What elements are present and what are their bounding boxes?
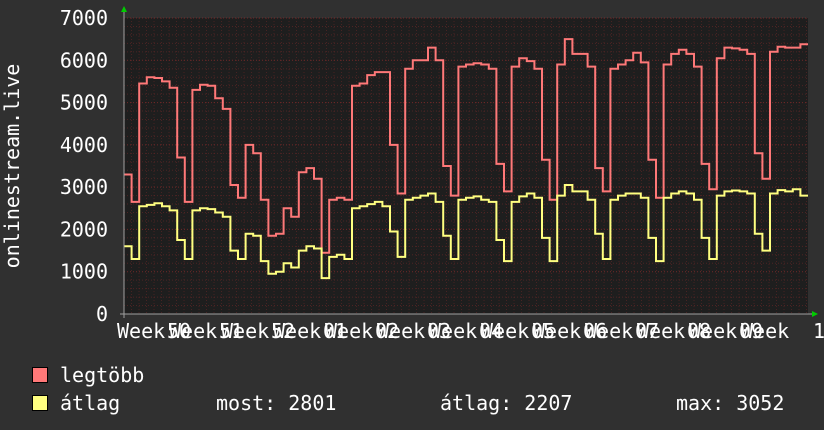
x-axis-ticks: Week 50Week 51Week 52Week 01Week 02Week 03Week… bbox=[117, 319, 824, 343]
y-axis-ticks: 0 1000 2000 3000 4000 5000 6000 7000 bbox=[60, 6, 108, 326]
x-tick-label: Week bbox=[637, 319, 685, 343]
x-tick-label: Week bbox=[325, 319, 373, 343]
legend-label-legtobb: legtöbb bbox=[60, 363, 145, 387]
y-tick-label: 3000 bbox=[60, 175, 108, 199]
x-axis-arrow-icon bbox=[812, 311, 818, 317]
x-tick-label: Week bbox=[273, 319, 321, 343]
y-tick-label: 2000 bbox=[60, 217, 108, 241]
stat-current: most: 2801 bbox=[216, 391, 337, 415]
y-axis-label: onlinestream.live bbox=[0, 64, 24, 269]
legend-swatch-legtobb bbox=[32, 367, 48, 383]
x-tick-label: Week bbox=[117, 319, 165, 343]
y-tick-label: 6000 bbox=[60, 48, 108, 72]
y-tick-label: 7000 bbox=[60, 6, 108, 30]
x-tick-label: Week bbox=[585, 319, 633, 343]
x-tick-label: 1 bbox=[813, 319, 824, 343]
x-tick-label: Week bbox=[429, 319, 477, 343]
stat-max: max: 3052 bbox=[676, 391, 785, 415]
x-tick-label: Week bbox=[221, 319, 269, 343]
x-tick-label: Week bbox=[481, 319, 529, 343]
x-tick-label: Week bbox=[741, 319, 789, 343]
x-tick-label: Week bbox=[533, 319, 581, 343]
x-tick-label: Week bbox=[377, 319, 425, 343]
plot-background bbox=[124, 18, 808, 314]
y-tick-label: 5000 bbox=[60, 91, 108, 115]
x-tick-label: Week bbox=[169, 319, 217, 343]
legend-label-atlag: átlag bbox=[60, 391, 121, 415]
y-axis-arrow-icon bbox=[121, 6, 127, 12]
y-tick-label: 1000 bbox=[60, 260, 108, 284]
x-tick-label: Week bbox=[689, 319, 737, 343]
y-tick-label: 0 bbox=[96, 302, 108, 326]
legend-swatch-atlag bbox=[32, 395, 48, 411]
y-tick-label: 4000 bbox=[60, 133, 108, 157]
stat-average: átlag: 2207 bbox=[440, 391, 573, 415]
